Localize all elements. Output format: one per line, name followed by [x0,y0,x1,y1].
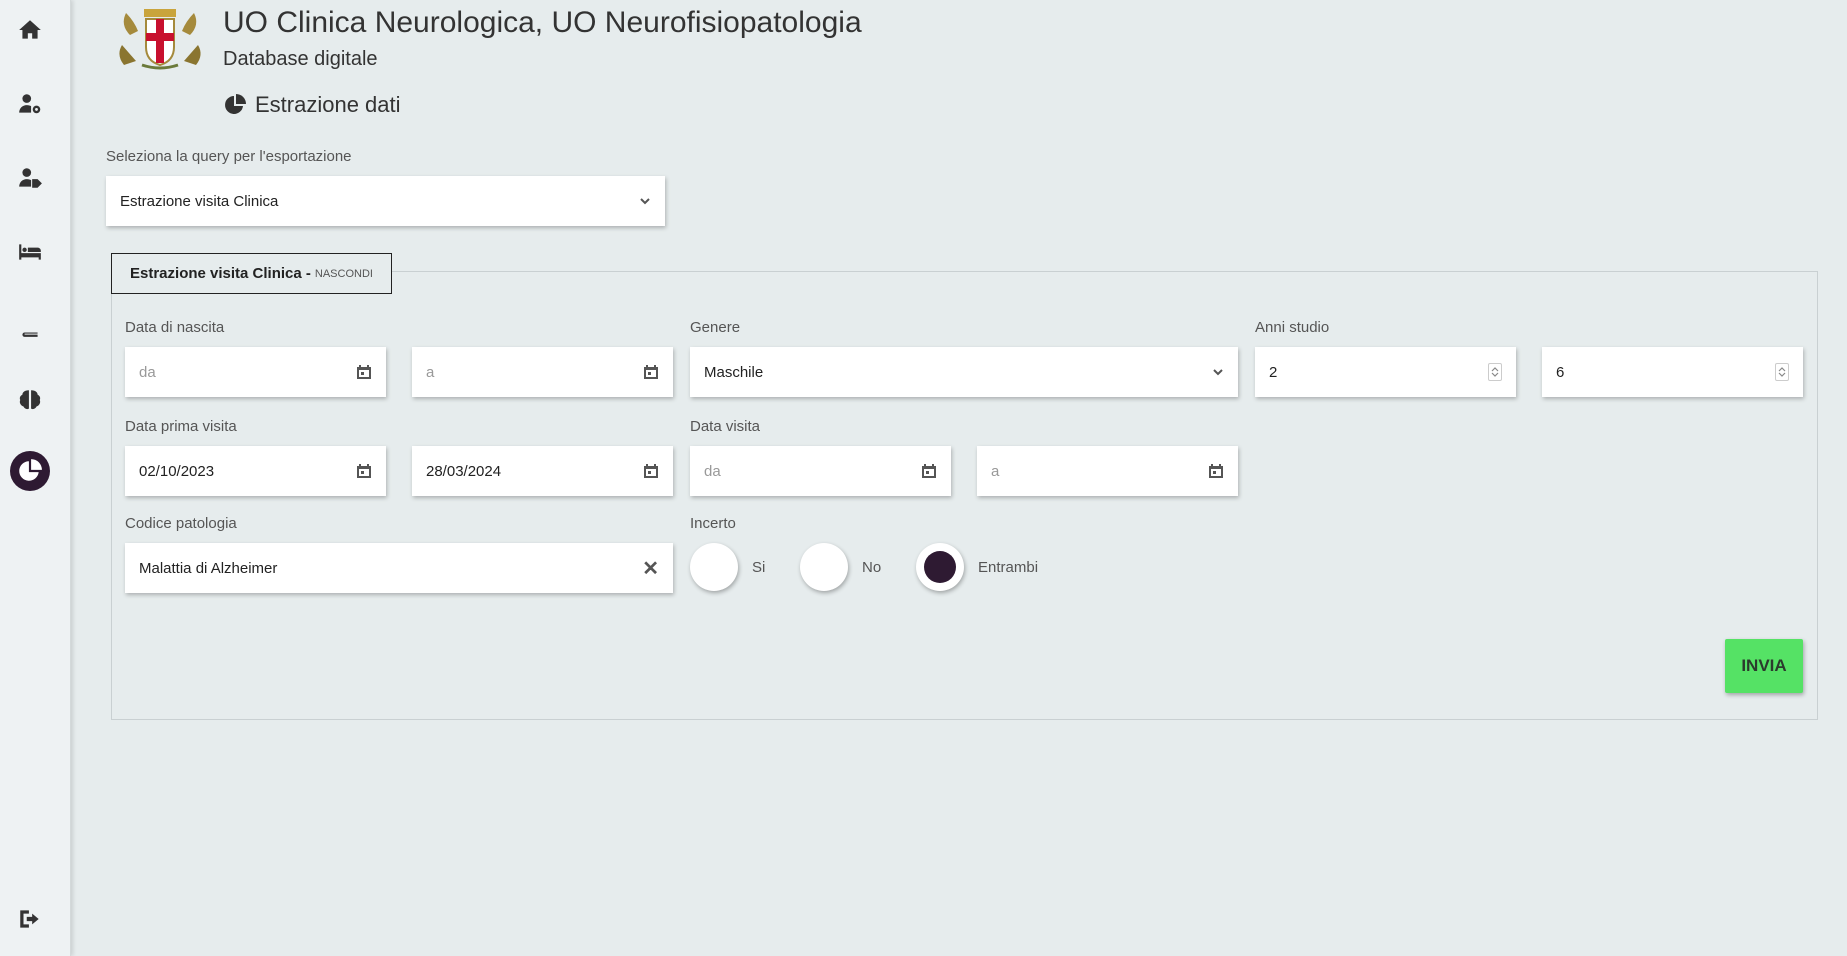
user-tag-icon [19,168,42,188]
brain-icon [19,390,41,410]
section-header: Estrazione dati [223,92,401,118]
pie-chart-icon [19,459,42,481]
radio-entrambi-label: Entrambi [978,559,1039,576]
sidebar-item-data-export[interactable] [10,451,50,491]
radio-si[interactable] [690,543,738,591]
pie-chart-icon [225,94,246,114]
study-years-label: Anni studio [1255,319,1330,336]
visit-date-from-placeholder: da [704,462,721,480]
sidebar-item-user-tag[interactable] [10,158,50,198]
sidebar-item-home[interactable] [10,10,50,50]
bed-icon [19,244,41,260]
section-title: Estrazione dati [255,92,401,117]
page-title: UO Clinica Neurologica, UO Neurofisiopat… [223,6,862,39]
study-years-to-input[interactable]: 6 [1542,347,1803,397]
birth-date-to-placeholder: a [426,363,435,381]
first-visit-label: Data prima visita [125,418,237,435]
uncertain-label: Incerto [690,515,736,532]
first-visit-to-input[interactable]: 28/03/2024 [412,446,673,496]
sidebar-item-bed[interactable] [10,232,50,272]
query-select-value: Estrazione visita Clinica [120,192,279,210]
coat-of-arms-logo [112,5,208,71]
calendar-icon[interactable] [1208,463,1224,479]
first-visit-to-value: 28/03/2024 [426,462,502,480]
visit-date-label: Data visita [690,418,761,435]
birth-date-from-placeholder: da [139,363,156,381]
radio-no[interactable] [800,543,848,591]
calendar-icon[interactable] [356,364,372,380]
visit-date-to-input[interactable]: a [977,446,1238,496]
gender-select[interactable]: Maschile [690,347,1238,397]
query-select[interactable]: Estrazione visita Clinica [106,176,665,226]
first-visit-from-input[interactable]: 02/10/2023 [125,446,386,496]
gender-label: Genere [690,319,741,336]
sidebar-item-user-settings[interactable] [10,84,50,124]
query-select-label: Seleziona la query per l'esportazione [106,148,352,165]
sidebar-item-brain[interactable] [10,380,50,420]
home-icon [19,20,41,39]
birth-date-label: Data di nascita [125,319,225,336]
legend-title: Estrazione visita Clinica - [130,265,311,282]
visit-date-to-placeholder: a [991,462,1000,480]
calendar-icon[interactable] [921,463,937,479]
chevron-down-icon [1213,369,1223,376]
page-subtitle: Database digitale [223,48,378,70]
study-years-to-value: 6 [1556,363,1565,381]
pathology-label: Codice patologia [125,515,237,532]
pathology-input[interactable]: Malattia di Alzheimer ✕ [125,543,673,593]
visit-date-from-input[interactable]: da [690,446,951,496]
study-years-from-value: 2 [1269,363,1278,381]
form-legend: Estrazione visita Clinica - NASCONDI [111,253,392,294]
calendar-icon[interactable] [643,364,659,380]
sign-out-icon [20,910,39,928]
hide-panel-link[interactable]: NASCONDI [315,268,373,280]
sidebar-item-medical-book[interactable] [10,306,50,346]
radio-entrambi[interactable] [916,543,964,591]
number-spinner[interactable] [1775,363,1789,381]
user-gear-icon [19,94,41,114]
submit-button[interactable]: INVIA [1725,639,1803,693]
pathology-value: Malattia di Alzheimer [139,559,278,577]
study-years-from-input[interactable]: 2 [1255,347,1516,397]
first-visit-from-value: 02/10/2023 [139,462,215,480]
gender-select-value: Maschile [704,363,764,381]
sidebar [0,0,71,956]
calendar-icon[interactable] [643,463,659,479]
radio-no-label: No [862,559,882,576]
chevron-down-icon [640,198,650,205]
birth-date-from-input[interactable]: da [125,347,386,397]
sidebar-item-logout[interactable] [10,899,50,939]
radio-selected-dot [924,551,956,583]
birth-date-to-input[interactable]: a [412,347,673,397]
radio-si-label: Si [752,559,766,576]
clear-icon[interactable]: ✕ [642,556,659,581]
medical-book-icon [22,315,38,337]
calendar-icon[interactable] [356,463,372,479]
number-spinner[interactable] [1488,363,1502,381]
